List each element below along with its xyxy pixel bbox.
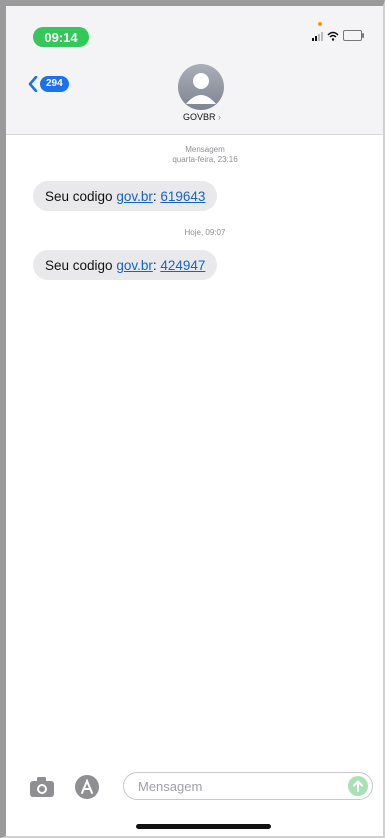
message-text: Seu codigo — [45, 257, 117, 273]
message-link[interactable]: gov.br — [116, 258, 153, 273]
send-arrow-icon — [353, 780, 363, 792]
location-dot-icon — [318, 22, 322, 26]
contact-name-button[interactable]: GOVBR › — [170, 112, 234, 122]
contact-name: GOVBR — [182, 112, 216, 122]
message-timestamp: Hoje, 09:07 — [184, 228, 226, 237]
timestamp-group-1: Mensagem quarta-feira, 23:16 — [150, 145, 260, 165]
camera-icon — [30, 777, 54, 797]
conversation-type-label: Mensagem — [185, 145, 225, 154]
send-button[interactable] — [348, 776, 368, 796]
message-bubble[interactable]: Seu codigo gov.br: 424947 — [33, 250, 218, 280]
app-store-icon — [75, 775, 99, 799]
unread-count-badge: 294 — [40, 76, 69, 92]
message-bubble[interactable]: Seu codigo gov.br: 619643 — [33, 181, 218, 211]
back-button[interactable]: 294 — [28, 76, 69, 92]
message-separator: : — [152, 257, 161, 273]
home-indicator[interactable] — [136, 824, 271, 829]
camera-button[interactable] — [28, 774, 58, 800]
signal-icon — [312, 31, 323, 41]
status-time[interactable]: 09:14 — [33, 27, 89, 47]
message-composer: Mensagem — [28, 772, 376, 802]
verification-code[interactable]: 619643 — [160, 189, 205, 204]
message-text: Seu codigo — [45, 188, 117, 204]
message-input[interactable]: Mensagem — [123, 772, 373, 800]
contact-avatar[interactable] — [178, 64, 224, 110]
person-icon — [186, 73, 216, 104]
message-input-placeholder: Mensagem — [138, 779, 203, 794]
message-link[interactable]: gov.br — [116, 189, 153, 204]
chevron-left-icon — [28, 76, 38, 92]
chevron-right-icon: › — [218, 112, 222, 122]
battery-icon — [343, 30, 364, 41]
timestamp-group-2: Hoje, 09:07 — [150, 228, 260, 238]
message-separator: : — [152, 188, 161, 204]
message-timestamp: quarta-feira, 23:16 — [172, 155, 238, 164]
status-icons — [312, 30, 364, 41]
wifi-icon — [327, 31, 339, 41]
verification-code[interactable]: 424947 — [160, 258, 205, 273]
app-store-button[interactable] — [73, 774, 103, 800]
